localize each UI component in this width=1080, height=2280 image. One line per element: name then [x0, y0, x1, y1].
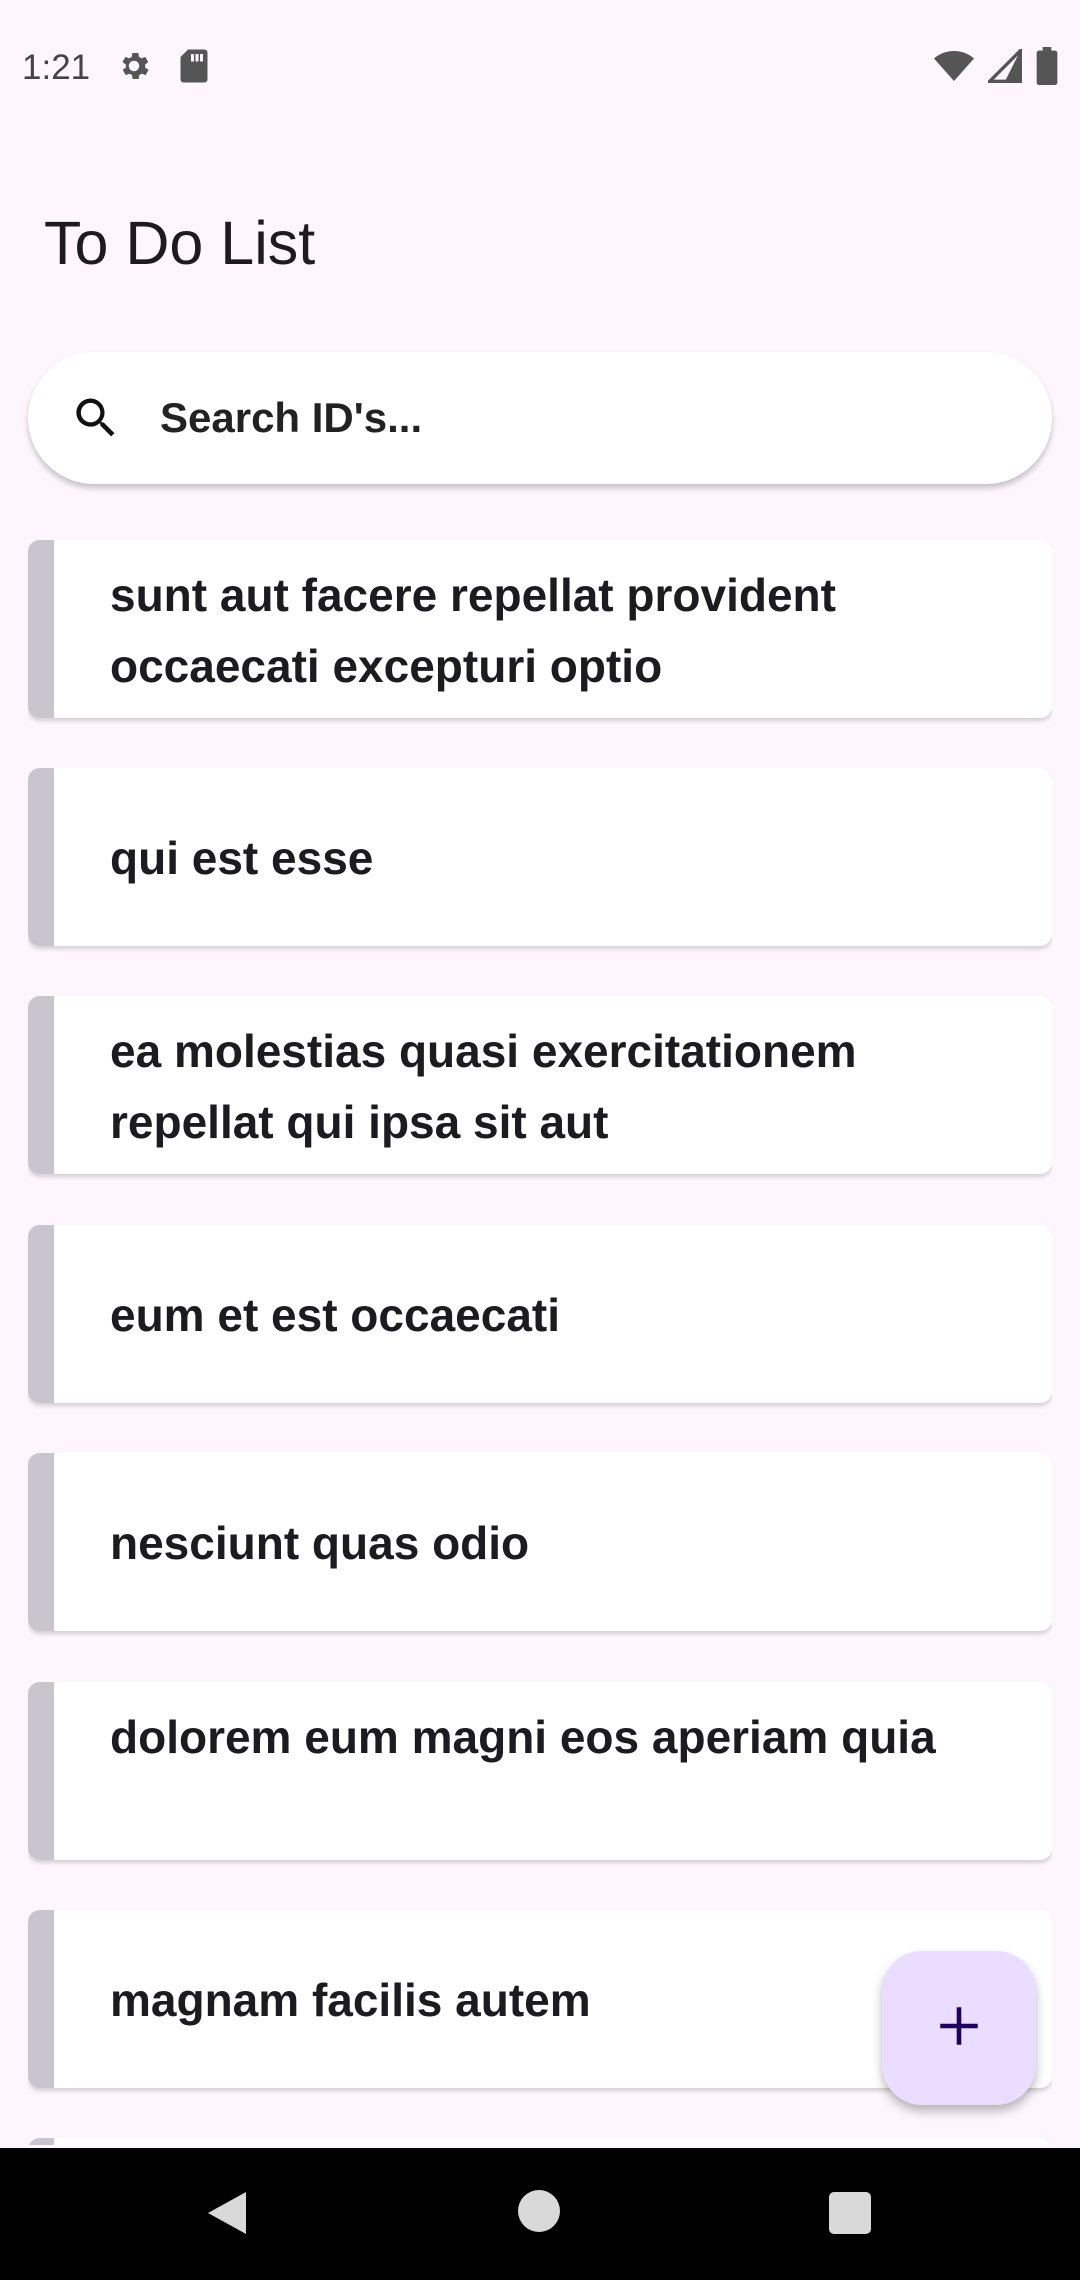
sd-card-icon	[178, 48, 210, 89]
search-bar[interactable]	[28, 352, 1052, 484]
status-bar: 1:21	[0, 0, 1080, 136]
list-item[interactable]: ea molestias quasi exercitationem repell…	[28, 996, 1052, 1174]
status-left: 1:21	[22, 48, 210, 89]
todo-list: sunt aut facere repellat provident occae…	[28, 540, 1052, 2145]
wifi-icon	[934, 49, 974, 88]
list-item[interactable]: sunt aut facere repellat provident occae…	[28, 540, 1052, 718]
list-item[interactable]: eum et est occaecati	[28, 1225, 1052, 1403]
list-item-accent	[28, 996, 54, 1174]
list-item-title: ea molestias quasi exercitationem repell…	[110, 1025, 857, 1148]
list-item-accent	[28, 540, 54, 718]
list-item-title: dolorem eum magni eos aperiam quia	[110, 1711, 936, 1763]
list-item-accent	[28, 2138, 54, 2145]
list-item-accent	[28, 1453, 54, 1631]
add-task-button[interactable]	[882, 1951, 1036, 2105]
search-input[interactable]	[160, 394, 1020, 442]
list-item[interactable]: nesciunt quas odio	[28, 1453, 1052, 1631]
status-right	[934, 46, 1058, 90]
list-item-accent	[28, 768, 54, 946]
list-item-title: magnam facilis autem	[110, 1974, 591, 2026]
signal-icon	[985, 46, 1022, 88]
back-icon[interactable]	[204, 2188, 250, 2243]
system-nav-bar	[0, 2148, 1080, 2280]
list-item-title: eum et est occaecati	[110, 1289, 561, 1341]
battery-icon	[1036, 46, 1058, 90]
status-time: 1:21	[22, 48, 91, 87]
home-icon[interactable]	[518, 2190, 560, 2232]
recents-icon[interactable]	[829, 2192, 871, 2234]
list-item-accent	[28, 1682, 54, 1860]
search-icon	[66, 388, 126, 448]
list-item-title: sunt aut facere repellat provident occae…	[110, 569, 836, 692]
list-item-title: qui est esse	[110, 832, 374, 884]
gear-icon	[116, 48, 152, 89]
plus-icon	[934, 2001, 984, 2056]
list-item-title: nesciunt quas odio	[110, 1517, 530, 1569]
page-title: To Do List	[44, 209, 316, 277]
list-item[interactable]	[28, 2138, 1052, 2145]
list-item[interactable]: dolorem eum magni eos aperiam quia	[28, 1682, 1052, 1860]
list-item-accent	[28, 1225, 54, 1403]
list-item-accent	[28, 1910, 54, 2088]
list-item[interactable]: qui est esse	[28, 768, 1052, 946]
